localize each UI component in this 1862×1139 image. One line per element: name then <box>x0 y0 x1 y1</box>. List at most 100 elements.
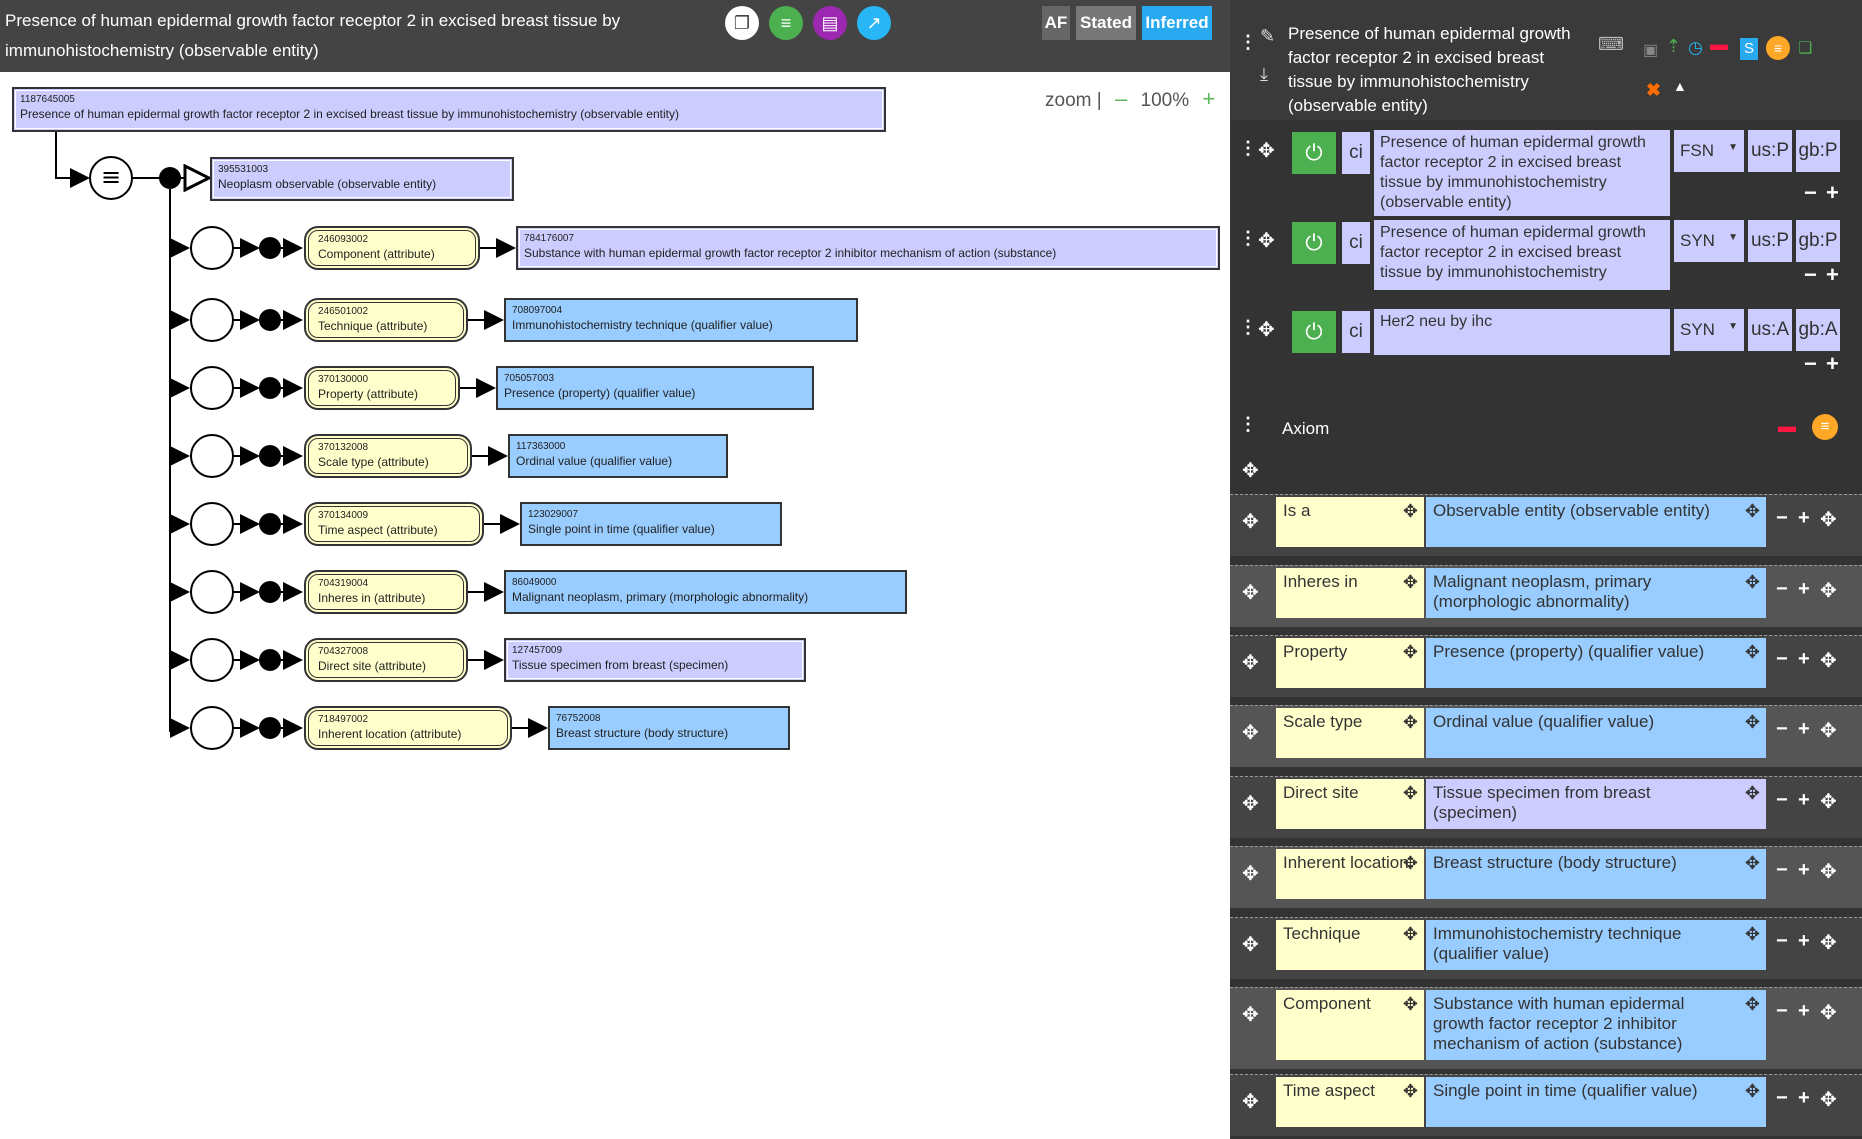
value-concept-node[interactable]: 123029007 Single point in time (qualifier… <box>520 502 782 546</box>
attribute-value-field[interactable]: Tissue specimen from breast (specimen) ✥ <box>1426 779 1766 829</box>
s-badge[interactable]: S <box>1740 38 1758 60</box>
add-list-icon[interactable]: ≡ <box>769 6 803 40</box>
drag-icon[interactable]: ✥ <box>1745 712 1760 732</box>
gb-acceptability[interactable]: gb:P <box>1796 220 1840 262</box>
description-type-select[interactable]: SYN ▼ <box>1674 309 1744 351</box>
add-attribute-button[interactable]: + <box>1798 1000 1810 1023</box>
root-concept[interactable]: 1187645005 Presence of human epidermal g… <box>12 87 886 132</box>
remove-attribute-button[interactable]: − <box>1776 930 1788 953</box>
attribute-name-field[interactable]: Inherent location ✥ <box>1276 849 1424 899</box>
list-menu-icon[interactable]: ≡ <box>1766 36 1790 60</box>
add-description-button[interactable]: + <box>1826 351 1839 377</box>
row-drag-icon[interactable]: ✥ <box>1242 720 1259 745</box>
group-drag-icon[interactable]: ✥ <box>1820 1000 1837 1025</box>
power-toggle-icon[interactable]: ⏻ <box>1292 222 1336 264</box>
drag-icon[interactable]: ✥ <box>1258 317 1275 342</box>
inferred-button[interactable]: Inferred <box>1142 6 1212 40</box>
group-drag-icon[interactable]: ✥ <box>1820 718 1837 743</box>
value-concept-node[interactable]: 76752008 Breast structure (body structure… <box>548 706 790 750</box>
drag-icon[interactable]: ✥ <box>1403 572 1418 592</box>
drag-icon[interactable]: ✥ <box>1745 853 1760 873</box>
power-toggle-icon[interactable]: ⏻ <box>1292 311 1336 353</box>
us-acceptability[interactable]: us:A <box>1748 309 1792 351</box>
value-concept-node[interactable]: 86049000 Malignant neoplasm, primary (mor… <box>504 570 907 614</box>
row-drag-icon[interactable]: ✥ <box>1242 932 1259 957</box>
attribute-name-field[interactable]: Time aspect ✥ <box>1276 1077 1424 1127</box>
axiom-remove-icon[interactable]: ▬ <box>1778 416 1796 437</box>
power-toggle-icon[interactable]: ⏻ <box>1292 132 1336 174</box>
attribute-node[interactable]: 718497002 Inherent location (attribute) <box>304 706 512 750</box>
drag-icon[interactable]: ✥ <box>1745 783 1760 803</box>
row-drag-icon[interactable]: ✥ <box>1242 1002 1259 1027</box>
group-drag-icon[interactable]: ✥ <box>1820 578 1837 603</box>
group-drag-icon[interactable]: ✥ <box>1820 930 1837 955</box>
open-external-icon[interactable]: ↗ <box>857 6 891 40</box>
drag-icon[interactable]: ✥ <box>1745 1081 1760 1101</box>
history-icon[interactable]: ◷ <box>1688 38 1703 58</box>
drag-icon[interactable]: ✥ <box>1745 642 1760 662</box>
group-drag-icon[interactable]: ✥ <box>1820 859 1837 884</box>
add-attribute-button[interactable]: + <box>1798 718 1810 741</box>
group-drag-icon[interactable]: ✥ <box>1820 507 1837 532</box>
description-menu-icon[interactable]: ⋮ <box>1239 228 1257 249</box>
add-attribute-button[interactable]: + <box>1798 578 1810 601</box>
remove-attribute-button[interactable]: − <box>1776 718 1788 741</box>
axiom-menu-button[interactable]: ≡ <box>1812 414 1838 440</box>
attribute-node[interactable]: 246501002 Technique (attribute) <box>304 298 468 342</box>
description-type-select[interactable]: SYN ▼ <box>1674 220 1744 262</box>
attribute-node[interactable]: 704327008 Direct site (attribute) <box>304 638 468 682</box>
attribute-name-field[interactable]: Direct site ✥ <box>1276 779 1424 829</box>
remove-attribute-button[interactable]: − <box>1776 859 1788 882</box>
add-attribute-button[interactable]: + <box>1798 789 1810 812</box>
copy-icon[interactable]: ❐ <box>725 6 759 40</box>
drag-icon[interactable]: ✥ <box>1403 712 1418 732</box>
row-drag-icon[interactable]: ✥ <box>1242 861 1259 886</box>
gb-acceptability[interactable]: gb:A <box>1796 309 1840 351</box>
add-description-button[interactable]: + <box>1826 262 1839 288</box>
drag-icon[interactable]: ✥ <box>1745 924 1760 944</box>
value-concept-node[interactable]: 117363000 Ordinal value (qualifier value) <box>508 434 728 478</box>
attribute-node[interactable]: 246093002 Component (attribute) <box>304 226 480 270</box>
description-term[interactable]: Presence of human epidermal growth facto… <box>1374 130 1670 216</box>
add-attribute-button[interactable]: + <box>1798 507 1810 530</box>
value-concept-node[interactable]: 784176007 Substance with human epidermal … <box>516 226 1220 270</box>
row-drag-icon[interactable]: ✥ <box>1242 650 1259 675</box>
description-type-select[interactable]: FSN ▼ <box>1674 130 1744 172</box>
group-drag-icon[interactable]: ✥ <box>1820 789 1837 814</box>
add-attribute-button[interactable]: + <box>1798 648 1810 671</box>
save-icon[interactable]: ▣ <box>1643 40 1658 60</box>
download-icon[interactable]: ⤓ <box>1260 64 1268 85</box>
case-significance[interactable]: ci <box>1342 311 1370 353</box>
row-drag-icon[interactable]: ✥ <box>1242 509 1259 534</box>
value-concept-node[interactable]: 708097004 Immunohistochemistry technique … <box>504 298 858 342</box>
library-icon[interactable]: ▤ <box>813 6 847 40</box>
attribute-value-field[interactable]: Observable entity (observable entity) ✥ <box>1426 497 1766 547</box>
parent-concept[interactable]: 395531003 Neoplasm observable (observabl… <box>210 157 514 201</box>
row-drag-icon[interactable]: ✥ <box>1242 791 1259 816</box>
drag-icon[interactable]: ✥ <box>1745 501 1760 521</box>
add-description-button[interactable]: + <box>1826 180 1839 206</box>
menu-dots-icon[interactable]: ⋮ <box>1239 32 1257 53</box>
case-significance[interactable]: ci <box>1342 222 1370 264</box>
attribute-node[interactable]: 370130000 Property (attribute) <box>304 366 460 410</box>
clone-icon[interactable]: ❏ <box>1798 38 1812 58</box>
remove-attribute-button[interactable]: − <box>1776 507 1788 530</box>
attribute-name-field[interactable]: Scale type ✥ <box>1276 708 1424 758</box>
attribute-name-field[interactable]: Inheres in ✥ <box>1276 568 1424 618</box>
attribute-value-field[interactable]: Substance with human epidermal growth fa… <box>1426 990 1766 1060</box>
remove-attribute-button[interactable]: − <box>1776 578 1788 601</box>
remove-description-button[interactable]: − <box>1804 180 1817 206</box>
attribute-node[interactable]: 370132008 Scale type (attribute) <box>304 434 472 478</box>
collapse-icon[interactable]: ▲ <box>1673 78 1687 94</box>
close-icon[interactable]: ✖ <box>1646 80 1661 101</box>
drag-icon[interactable]: ✥ <box>1403 642 1418 662</box>
axiom-menu-icon[interactable]: ⋮ <box>1239 414 1257 435</box>
group-drag-icon[interactable]: ✥ <box>1820 1087 1837 1112</box>
drag-icon[interactable]: ✥ <box>1403 783 1418 803</box>
axiom-drag-icon[interactable]: ✥ <box>1242 458 1259 483</box>
description-menu-icon[interactable]: ⋮ <box>1239 138 1257 159</box>
drag-icon[interactable]: ✥ <box>1403 501 1418 521</box>
attribute-value-field[interactable]: Presence (property) (qualifier value) ✥ <box>1426 638 1766 688</box>
add-attribute-button[interactable]: + <box>1798 859 1810 882</box>
remove-attribute-button[interactable]: − <box>1776 789 1788 812</box>
